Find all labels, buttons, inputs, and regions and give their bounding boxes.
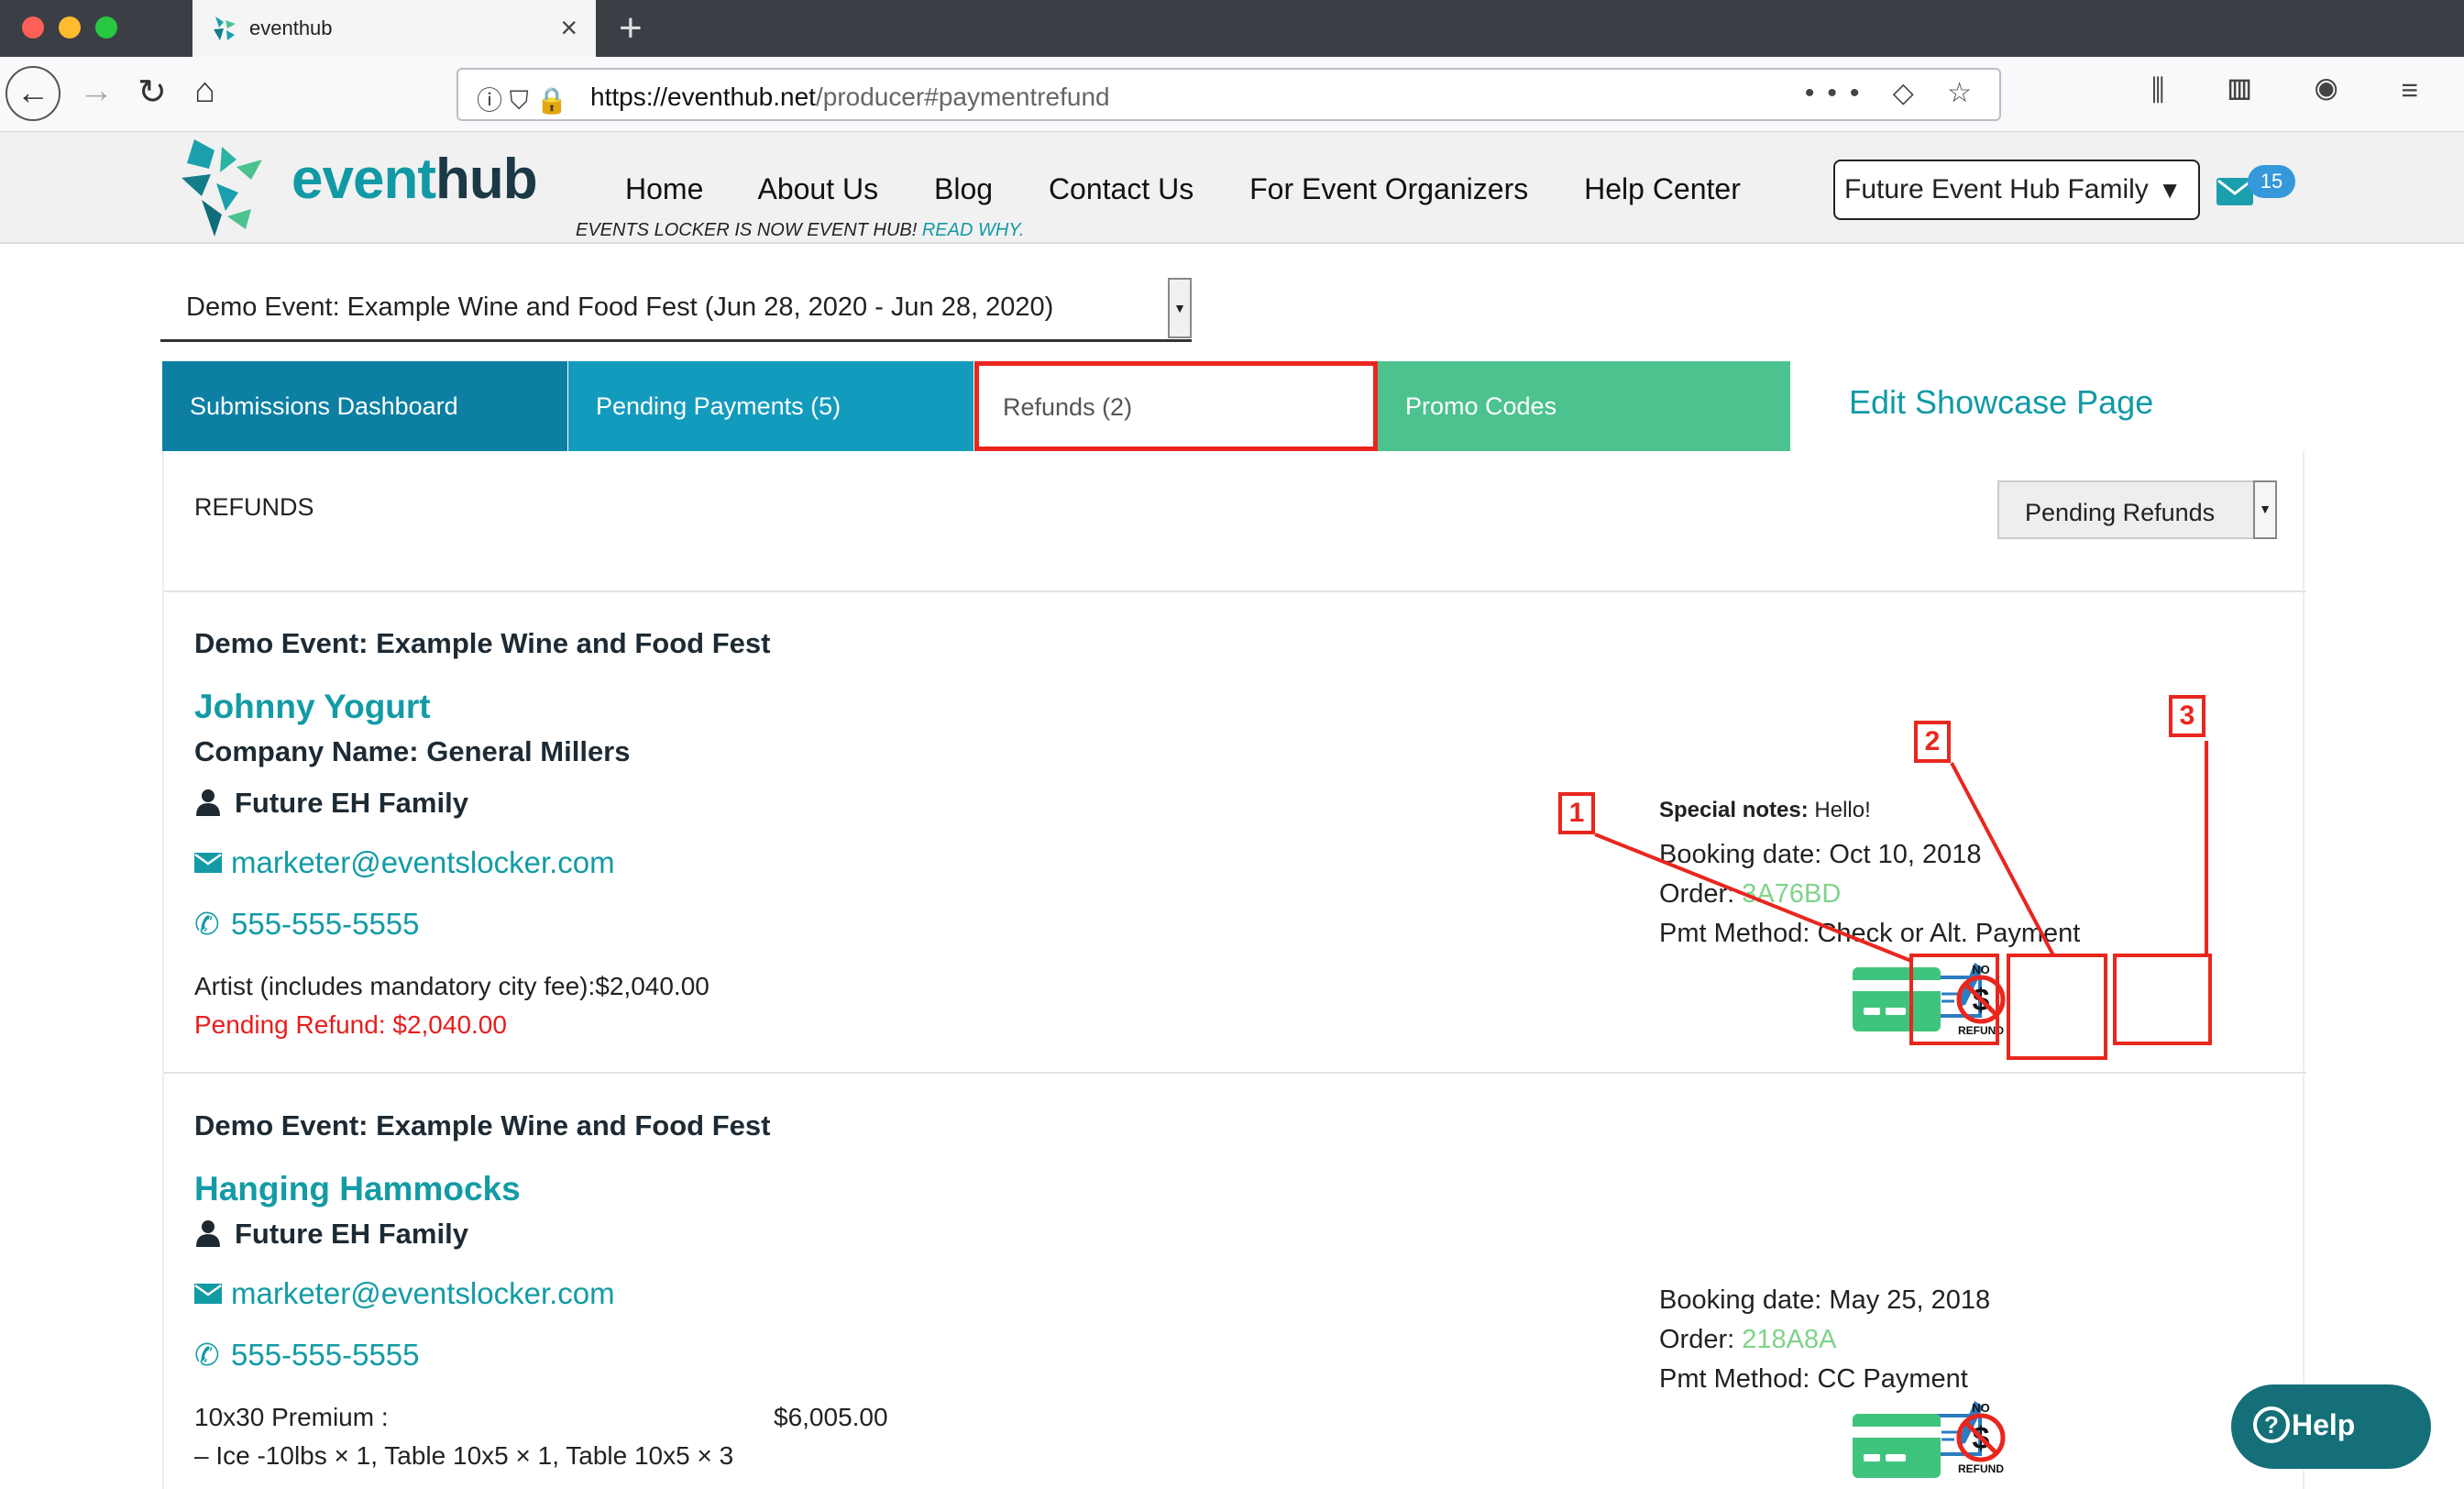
tab-refunds[interactable]: Refunds (2) [974, 361, 1378, 451]
record-company: Company Name: General Millers [194, 735, 631, 767]
payment-method: Pmt Method: Check or Alt. Payment [1659, 919, 2081, 948]
eventhub-logo-text[interactable]: eventhub [292, 147, 538, 212]
menu-blog[interactable]: Blog [934, 172, 993, 205]
tagline: EVENTS LOCKER IS NOW EVENT HUB! READ WHY… [576, 220, 1025, 240]
record-item-price: $6,005.00 [774, 1403, 888, 1431]
browser-nav-bar: ← → ↻ ⌂ ⓘ ⛉ 🔒 https://eventhub.net/produ… [0, 57, 2464, 132]
record-details: Booking date: May 25, 2018 Order: 218A8A… [1659, 1281, 1990, 1399]
phone-icon: ✆ [194, 1338, 220, 1372]
record-details: Special notes: Hello! Booking date: Oct … [1659, 790, 2080, 954]
minimize-window-button[interactable] [59, 17, 81, 39]
zoom-window-button[interactable] [95, 17, 117, 39]
person-icon [194, 789, 222, 816]
url-text[interactable]: https://eventhub.net/producer#paymentref… [590, 83, 1110, 112]
divider [164, 590, 2306, 592]
divider [164, 1072, 2306, 1074]
record-customer-name[interactable]: Johnny Yogurt [194, 688, 431, 726]
menu-about-us[interactable]: About Us [757, 172, 878, 205]
eventhub-logo-icon[interactable] [174, 132, 284, 242]
menu-contact-us[interactable]: Contact Us [1049, 172, 1194, 205]
annotation-box-3 [2113, 954, 2212, 1045]
chevron-down-icon: ▼ [2253, 480, 2277, 539]
forward-arrow-icon[interactable]: → [79, 72, 114, 111]
order-link[interactable]: 3A76BD [1742, 879, 1841, 909]
site-header: eventhub Home About Us Blog Contact Us F… [0, 132, 2464, 244]
record-item-label: 10x30 Premium : [194, 1403, 389, 1431]
record-phone[interactable]: ✆ 555-555-5555 [194, 1337, 420, 1373]
record-group: Future EH Family [194, 1218, 468, 1251]
annotation-box-2 [2007, 954, 2107, 1060]
credit-card-refund-icon[interactable] [1853, 1414, 1941, 1478]
phone-icon: ✆ [194, 907, 220, 941]
tab-promo-codes[interactable]: Promo Codes [1378, 361, 1790, 451]
browser-tab-bar: eventhub × + [0, 0, 2464, 57]
record-event-name: Demo Event: Example Wine and Food Fest [194, 627, 771, 659]
annotation-marker-2: 2 [1914, 721, 1951, 763]
record-phone[interactable]: ✆ 555-555-5555 [194, 906, 420, 942]
chevron-down-icon: ▼ [1168, 278, 1192, 338]
tab-submissions-dashboard[interactable]: Submissions Dashboard [162, 361, 567, 451]
record-group: Future EH Family [194, 787, 468, 820]
annotation-marker-3: 3 [2169, 695, 2206, 737]
help-button[interactable]: ? Help [2231, 1384, 2431, 1469]
record-event-name: Demo Event: Example Wine and Food Fest [194, 1109, 771, 1142]
record-customer-name[interactable]: Hanging Hammocks [194, 1170, 521, 1208]
record-email[interactable]: marketer@eventslocker.com [194, 1276, 615, 1311]
svg-text:REFUND: REFUND [1958, 1462, 2004, 1475]
question-icon: ? [2253, 1406, 2290, 1443]
envelope-icon [194, 1276, 231, 1311]
svg-text:NO: NO [1972, 1401, 1990, 1415]
url-bar[interactable]: ⓘ ⛉ 🔒 https://eventhub.net/producer#paym… [456, 68, 2001, 121]
panel-title: REFUNDS [194, 493, 314, 521]
main-menu: Home About Us Blog Contact Us For Event … [625, 172, 1788, 206]
reload-icon[interactable]: ↻ [138, 72, 167, 113]
tab-title: eventhub [249, 17, 333, 39]
refund-status-select[interactable]: Pending Refunds ▼ [1997, 480, 2277, 539]
home-icon[interactable]: ⌂ [194, 72, 215, 111]
menu-for-event-organizers[interactable]: For Event Organizers [1249, 172, 1528, 205]
person-icon [194, 1219, 222, 1247]
record-email[interactable]: marketer@eventslocker.com [194, 845, 615, 880]
family-select[interactable]: Future Event Hub Family ▼ [1833, 160, 2200, 220]
close-tab-icon[interactable]: × [560, 11, 578, 45]
payment-method: Pmt Method: CC Payment [1659, 1364, 1968, 1394]
booking-date: Booking date: May 25, 2018 [1659, 1285, 1991, 1315]
new-tab-icon[interactable]: + [619, 6, 643, 51]
close-window-button[interactable] [22, 17, 44, 39]
order-link[interactable]: 218A8A [1742, 1325, 1836, 1354]
envelope-icon [194, 845, 231, 880]
chevron-down-icon: ▼ [2158, 176, 2182, 204]
site-info-icon[interactable]: ⓘ ⛉ 🔒 [477, 81, 567, 117]
eventhub-favicon-icon [214, 17, 236, 40]
order: Order: 3A76BD [1659, 879, 1842, 909]
edit-showcase-link[interactable]: Edit Showcase Page [1849, 383, 2153, 422]
mail-count-badge: 15 [2248, 165, 2295, 198]
annotation-box-1 [1909, 954, 1999, 1045]
tab-pending-payments[interactable]: Pending Payments (5) [568, 361, 974, 451]
special-notes: Special notes: Hello! [1659, 798, 1871, 822]
record-item: Artist (includes mandatory city fee):$2,… [194, 972, 710, 1000]
toolbar-icons[interactable]: ⫼ ▥ ◉ ≡ [2151, 73, 2446, 108]
page-actions-icon[interactable]: ••• ◇ ☆ [1805, 77, 1985, 109]
annotation-marker-1: 1 [1558, 792, 1595, 834]
record-item-detail: – Ice -10lbs × 1, Table 10x5 × 1, Table … [194, 1441, 734, 1470]
order: Order: 218A8A [1659, 1325, 1837, 1354]
menu-help-center[interactable]: Help Center [1584, 172, 1741, 205]
browser-tab[interactable]: eventhub × [192, 0, 596, 57]
read-why-link[interactable]: READ WHY. [922, 220, 1025, 240]
event-select[interactable]: Demo Event: Example Wine and Food Fest (… [160, 278, 1192, 342]
record-pending-refund: Pending Refund: $2,040.00 [194, 1010, 507, 1039]
booking-date: Booking date: Oct 10, 2018 [1659, 840, 1982, 869]
menu-home[interactable]: Home [625, 172, 703, 205]
no-refund-icon[interactable]: NO $ REFUND [1942, 1399, 2019, 1476]
back-arrow-icon[interactable]: ← [6, 66, 60, 121]
